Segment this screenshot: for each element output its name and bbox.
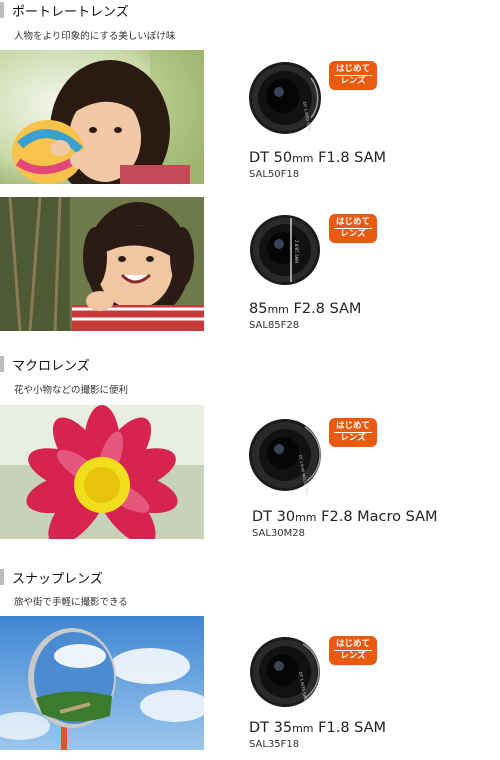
lens-image-dt50[interactable]: DT 1.8/50 SAM xyxy=(245,58,325,138)
lens-marking: 2.8/85 SAM xyxy=(294,240,299,263)
product-name-dt50[interactable]: DT 50mm F1.8 SAM xyxy=(249,150,386,166)
product-code: SAL50F18 xyxy=(249,169,300,180)
section-subtitle: 花や小物などの撮影に便利 xyxy=(14,385,129,396)
beginner-lens-badge: はじめて レンズ xyxy=(329,636,377,665)
section-title: マクロレンズ xyxy=(12,359,90,374)
product-name-85[interactable]: 85mm F2.8 SAM xyxy=(249,301,361,317)
section-subtitle: 旅や街で手軽に撮影できる xyxy=(14,597,128,608)
section-header-portrait: ポートレートレンズ xyxy=(0,2,500,20)
product-code: SAL35F18 xyxy=(249,739,300,750)
product-name-dt30-macro[interactable]: DT 30mm F2.8 Macro SAM xyxy=(252,509,438,525)
lens-image-dt30-macro[interactable]: DT 2.8/30 MACRO SAM xyxy=(245,415,325,495)
section-title: ポートレートレンズ xyxy=(12,5,129,20)
portrait-photo-girl-balloon[interactable] xyxy=(0,50,204,184)
product-code: SAL30M28 xyxy=(252,528,306,539)
lens-image-85[interactable]: 2.8/85 SAM xyxy=(245,210,325,290)
section-marker xyxy=(0,2,4,18)
product-name-dt35[interactable]: DT 35mm F1.8 SAM xyxy=(249,720,386,736)
section-subtitle: 人物をより印象的にする美しいぼけ味 xyxy=(14,31,176,42)
section-marker xyxy=(0,569,4,585)
product-code: SAL85F28 xyxy=(249,320,300,331)
beginner-lens-badge: はじめて レンズ xyxy=(329,214,377,243)
section-header-snap: スナップレンズ xyxy=(0,569,500,587)
section-title: スナップレンズ xyxy=(12,572,103,587)
section-header-macro: マクロレンズ xyxy=(0,356,500,374)
beginner-lens-badge: はじめて レンズ xyxy=(329,61,377,90)
lens-image-dt35[interactable]: DT 1.8/35 SAM xyxy=(245,632,325,712)
section-marker xyxy=(0,356,4,372)
beginner-lens-badge: はじめて レンズ xyxy=(329,418,377,447)
macro-photo-flower[interactable] xyxy=(0,405,204,539)
portrait-photo-girl-smiling[interactable] xyxy=(0,197,204,331)
snap-photo-road-mirror[interactable] xyxy=(0,616,204,750)
